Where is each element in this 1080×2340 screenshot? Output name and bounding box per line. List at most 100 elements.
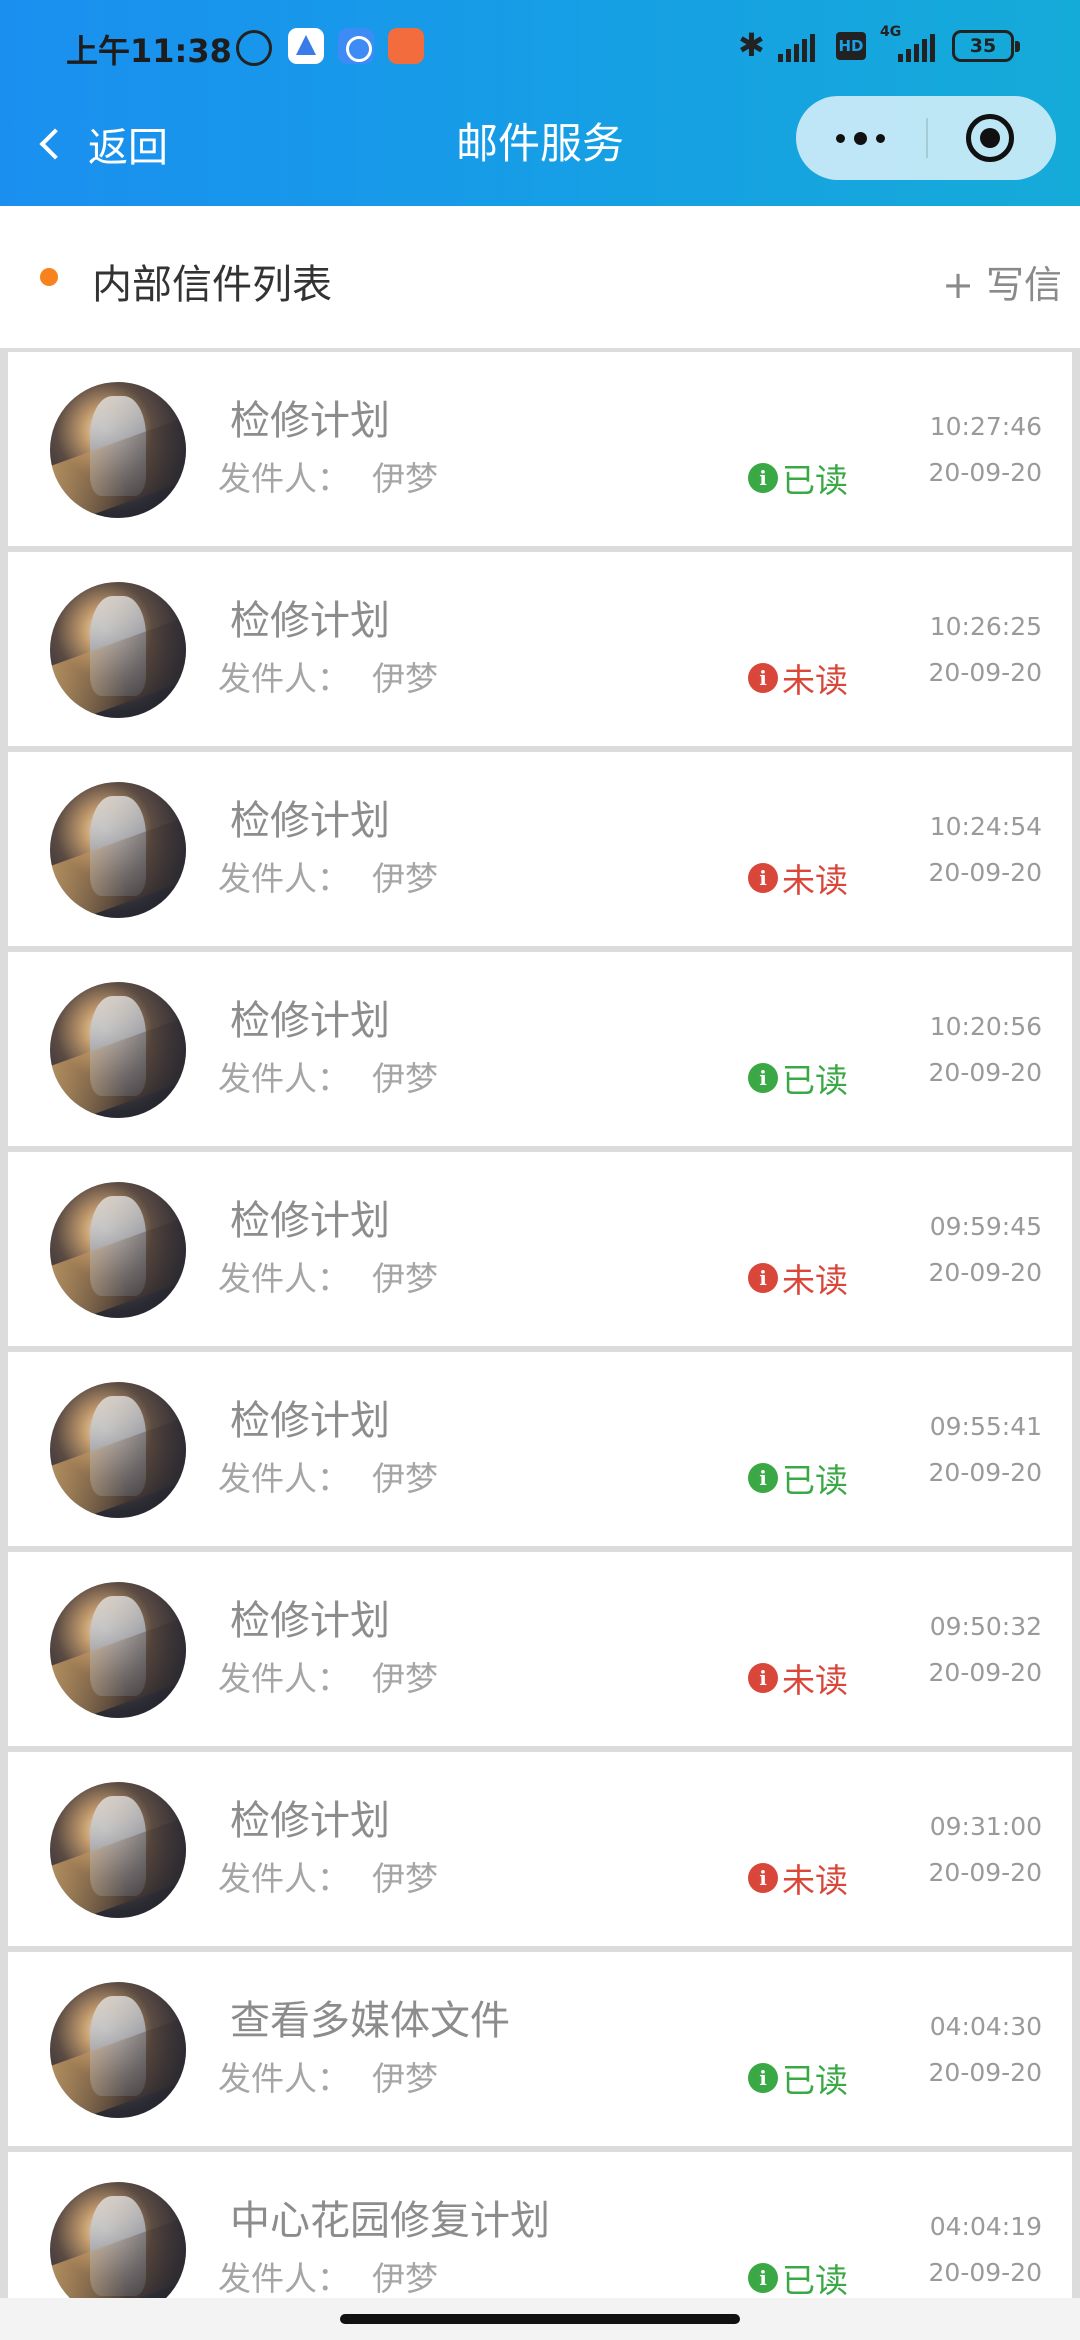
mail-date: 20-09-20	[928, 858, 1042, 887]
status-badge: i 已读	[748, 1058, 848, 1100]
mail-subject: 检修计划	[230, 798, 390, 844]
mail-subject: 检修计划	[230, 1398, 390, 1444]
mail-item[interactable]: 检修计划 发件人： 伊梦 i 未读 10:24:54 20-09-20	[8, 752, 1072, 946]
home-indicator[interactable]	[340, 2314, 740, 2324]
mail-list: 检修计划 发件人： 伊梦 i 已读 10:27:46 20-09-20 检修计划 …	[0, 348, 1080, 2298]
avatar	[50, 1782, 186, 1918]
mail-item[interactable]: 检修计划 发件人： 伊梦 i 未读 09:59:45 20-09-20	[8, 1152, 1072, 1346]
mail-item[interactable]: 检修计划 发件人： 伊梦 i 已读 09:55:41 20-09-20	[8, 1352, 1072, 1546]
mail-subject: 查看多媒体文件	[230, 1998, 510, 2044]
signal-icon-2	[898, 34, 938, 62]
sender-name: 伊梦	[372, 659, 438, 698]
status-text: 已读	[782, 1061, 848, 1100]
section-dot-icon	[40, 268, 58, 286]
close-mini-program-button[interactable]	[966, 114, 1014, 162]
avatar	[50, 782, 186, 918]
status-badge: i 已读	[748, 2258, 848, 2298]
mail-time: 04:04:19	[929, 2212, 1042, 2241]
status-badge: i 未读	[748, 1858, 848, 1900]
status-text: 未读	[782, 1261, 848, 1300]
mail-time: 09:31:00	[929, 1812, 1042, 1841]
sender-label: 发件人：	[218, 1859, 350, 1898]
avatar	[50, 382, 186, 518]
alarm-icon	[236, 30, 272, 66]
info-icon: i	[748, 2263, 778, 2293]
sender-label: 发件人：	[218, 459, 350, 498]
mail-subject: 检修计划	[230, 1798, 390, 1844]
mail-date: 20-09-20	[928, 458, 1042, 487]
mail-item[interactable]: 检修计划 发件人： 伊梦 i 未读 09:50:32 20-09-20	[8, 1552, 1072, 1746]
mail-date: 20-09-20	[928, 2058, 1042, 2087]
info-icon: i	[748, 1463, 778, 1493]
sender-name: 伊梦	[372, 2259, 438, 2298]
mail-item[interactable]: 查看多媒体文件 发件人： 伊梦 i 已读 04:04:30 20-09-20	[8, 1952, 1072, 2146]
status-text: 已读	[782, 2261, 848, 2298]
info-icon: i	[748, 463, 778, 493]
status-text: 已读	[782, 1461, 848, 1500]
status-time: 上午11:38	[66, 32, 232, 70]
mail-item[interactable]: 检修计划 发件人： 伊梦 i 未读 09:31:00 20-09-20	[8, 1752, 1072, 1946]
mail-subject: 检修计划	[230, 998, 390, 1044]
mail-time: 10:20:56	[929, 1012, 1042, 1041]
mail-item[interactable]: 中心花园修复计划 发件人： 伊梦 i 已读 04:04:19 20-09-20	[8, 2152, 1072, 2298]
status-badge: i 已读	[748, 458, 848, 500]
avatar	[50, 2182, 186, 2298]
info-icon: i	[748, 2063, 778, 2093]
gesture-bar-area	[0, 2298, 1080, 2340]
compose-button[interactable]: + 写信	[942, 254, 1062, 309]
mail-date: 20-09-20	[928, 1858, 1042, 1887]
battery-icon: 35	[952, 30, 1020, 62]
info-icon: i	[748, 1663, 778, 1693]
status-badge: i 已读	[748, 1458, 848, 1500]
mail-item[interactable]: 检修计划 发件人： 伊梦 i 已读 10:20:56 20-09-20	[8, 952, 1072, 1146]
mail-item[interactable]: 检修计划 发件人： 伊梦 i 未读 10:26:25 20-09-20	[8, 552, 1072, 746]
info-icon: i	[748, 1263, 778, 1293]
shop-app-icon	[388, 28, 424, 64]
avatar	[50, 1382, 186, 1518]
status-badge: i 未读	[748, 658, 848, 700]
battery-level: 35	[969, 35, 997, 57]
cloud-app-icon	[338, 28, 374, 64]
avatar	[50, 982, 186, 1118]
avatar	[50, 1982, 186, 2118]
sender-label: 发件人：	[218, 1659, 350, 1698]
sender-label: 发件人：	[218, 859, 350, 898]
mail-date: 20-09-20	[928, 1258, 1042, 1287]
status-badge: i 未读	[748, 1658, 848, 1700]
mini-program-capsule	[796, 96, 1056, 180]
sender-name: 伊梦	[372, 459, 438, 498]
sender-name: 伊梦	[372, 859, 438, 898]
status-text: 未读	[782, 1861, 848, 1900]
sender-label: 发件人：	[218, 1459, 350, 1498]
sender-name: 伊梦	[372, 1459, 438, 1498]
info-icon: i	[748, 1063, 778, 1093]
avatar	[50, 1182, 186, 1318]
mail-subject: 检修计划	[230, 598, 390, 644]
status-bar: 上午11:38 ✱ HD 4G 35	[0, 0, 1080, 96]
status-text: 已读	[782, 461, 848, 500]
info-icon: i	[748, 863, 778, 893]
app-notification-icon	[288, 28, 324, 64]
mail-subject: 检修计划	[230, 1598, 390, 1644]
sender-name: 伊梦	[372, 1859, 438, 1898]
mail-date: 20-09-20	[928, 658, 1042, 687]
mail-time: 09:59:45	[929, 1212, 1042, 1241]
status-text: 未读	[782, 861, 848, 900]
status-text: 未读	[782, 1661, 848, 1700]
mail-date: 20-09-20	[928, 1658, 1042, 1687]
hd-icon: HD	[836, 32, 866, 60]
info-icon: i	[748, 663, 778, 693]
mail-item[interactable]: 检修计划 发件人： 伊梦 i 已读 10:27:46 20-09-20	[8, 352, 1072, 546]
sender-label: 发件人：	[218, 1059, 350, 1098]
bluetooth-icon: ✱	[738, 26, 765, 64]
more-button[interactable]	[796, 96, 924, 180]
capsule-divider	[926, 118, 928, 158]
mail-subject: 中心花园修复计划	[230, 2198, 550, 2244]
mail-date: 20-09-20	[928, 2258, 1042, 2287]
nav-bar: 返回 邮件服务	[0, 96, 1080, 206]
sender-name: 伊梦	[372, 1659, 438, 1698]
mail-time: 09:55:41	[929, 1412, 1042, 1441]
section-title: 内部信件列表	[92, 262, 332, 308]
status-text: 已读	[782, 2061, 848, 2100]
sender-label: 发件人：	[218, 2059, 350, 2098]
